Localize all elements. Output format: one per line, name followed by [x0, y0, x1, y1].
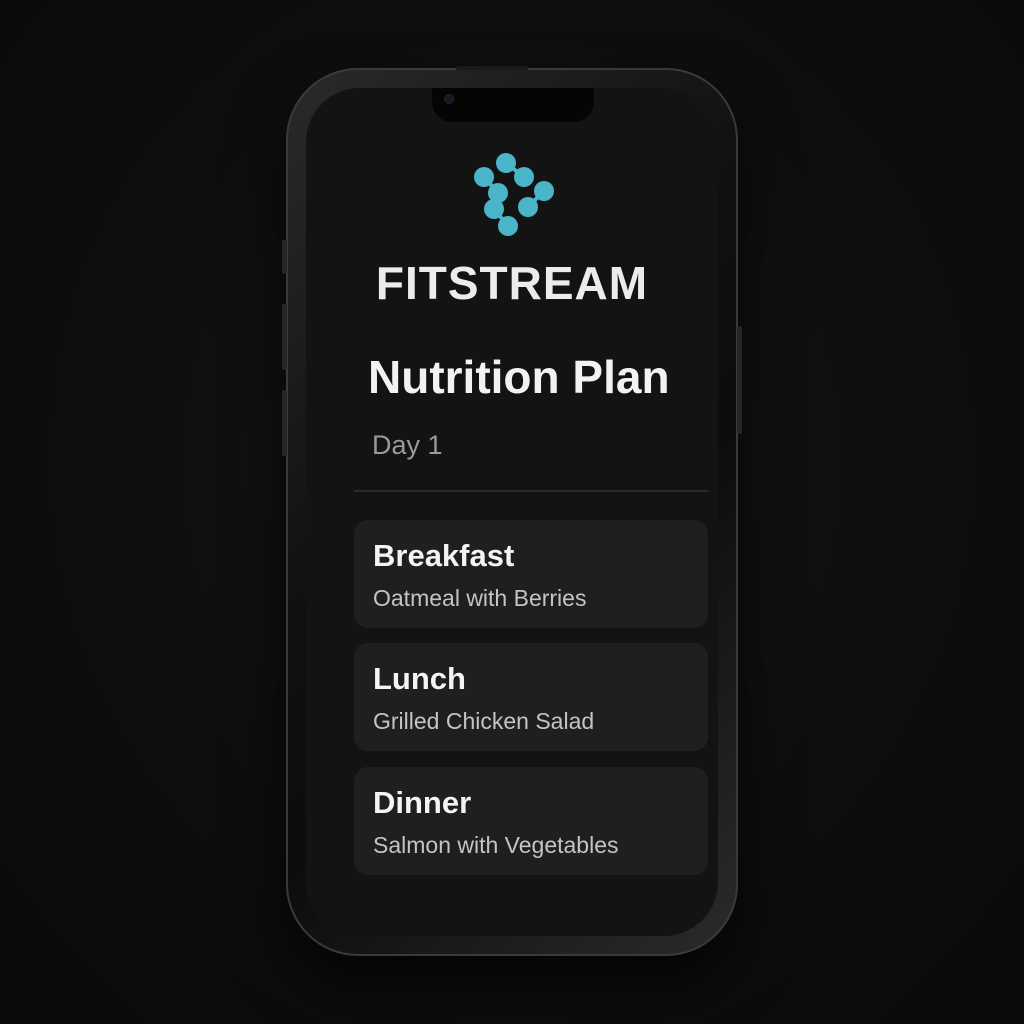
notch	[432, 88, 594, 122]
meal-card-breakfast[interactable]: Breakfast Oatmeal with Berries	[354, 520, 708, 628]
phone-frame: FITSTREAM Nutrition Plan Day 1 Breakfast…	[282, 66, 742, 956]
meal-name: Dinner	[373, 785, 472, 820]
power-button	[737, 326, 742, 434]
earpiece-speaker	[456, 66, 528, 70]
meal-description: Oatmeal with Berries	[373, 585, 587, 611]
day-label: Day 1	[372, 430, 443, 460]
meal-name: Lunch	[373, 661, 466, 696]
meal-description: Salmon with Vegetables	[373, 832, 619, 858]
phone-screen: FITSTREAM Nutrition Plan Day 1 Breakfast…	[306, 88, 718, 936]
mute-switch	[282, 240, 287, 274]
meal-description: Grilled Chicken Salad	[373, 708, 595, 734]
meal-card-dinner[interactable]: Dinner Salmon with Vegetables	[354, 767, 708, 875]
meal-name: Breakfast	[373, 538, 515, 573]
volume-down-button	[282, 390, 287, 456]
backdrop: FITSTREAM Nutrition Plan Day 1 Breakfast…	[0, 0, 1024, 1024]
dumbbell-diamond-icon	[474, 153, 554, 236]
volume-up-button	[282, 304, 287, 370]
front-camera	[444, 94, 454, 104]
divider	[354, 490, 708, 492]
page-title: Nutrition Plan	[368, 351, 670, 403]
meal-card-lunch[interactable]: Lunch Grilled Chicken Salad	[354, 643, 708, 751]
brand-name: FITSTREAM	[375, 257, 649, 309]
